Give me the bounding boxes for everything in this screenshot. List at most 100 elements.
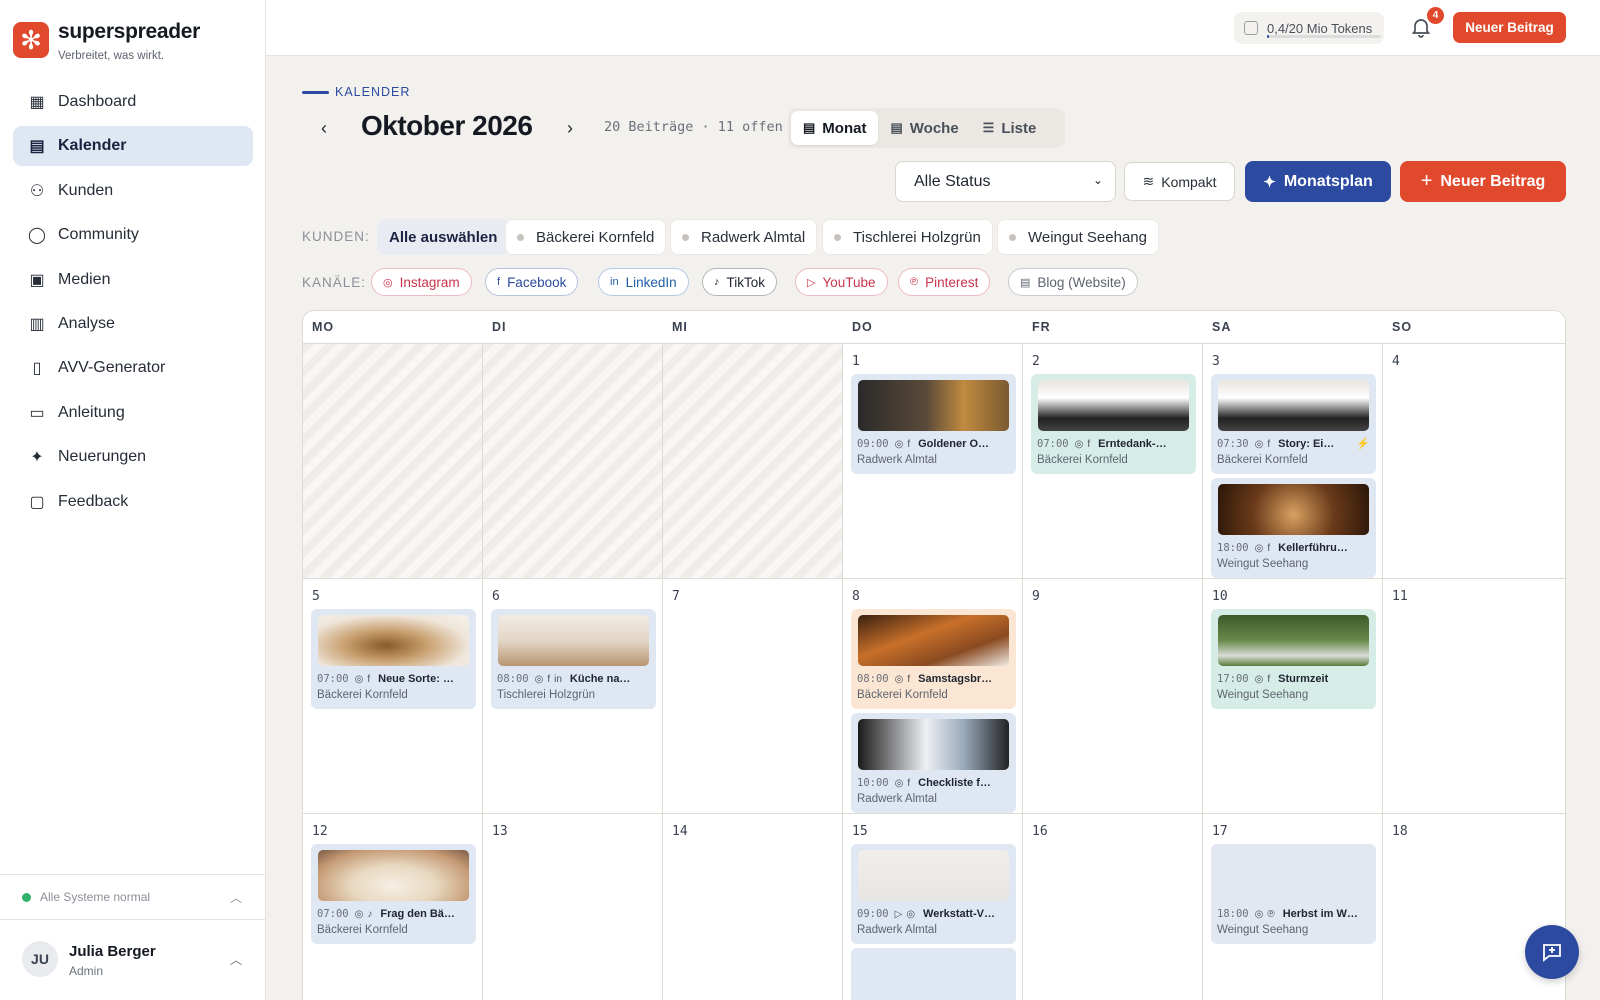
view-woche-button[interactable]: ▤ Woche [878,111,970,145]
post-title: Werkstatt-V… [923,908,995,920]
brand-name: superspreader [58,20,201,43]
facebook-icon: f [1267,438,1271,450]
chat-support-button[interactable] [1525,925,1579,979]
sidebar-item-dashboard[interactable]: ▦ Dashboard [13,82,253,122]
select-all-clients-button[interactable]: Alle auswählen [377,219,510,255]
day-cell[interactable]: 11 [1383,579,1565,814]
post-card[interactable]: 09:00 ▷ ◎ Werkstatt-V… Radwerk Almtal [851,844,1016,944]
top-new-post-button[interactable]: Neuer Beitrag [1453,12,1566,43]
pinterest-icon: ℗ [910,276,919,288]
day-cell[interactable]: 15 09:00 ▷ ◎ Werkstatt-V… Radwerk Almtal [843,814,1023,1000]
channel-chip-instagram[interactable]: ◎ Instagram [371,268,472,296]
day-cell[interactable]: 10 17:00 ◎ f Sturmzeit Weingut Seehang [1203,579,1383,814]
sidebar-item-community[interactable]: ◯ Community [13,215,253,255]
channel-chip-facebook[interactable]: f Facebook [485,268,579,296]
sidebar-item-label: Feedback [58,492,129,510]
post-time: 08:00 [497,673,529,685]
client-chip[interactable]: Radwerk Almtal [670,219,818,255]
sidebar-item-kunden[interactable]: ⚇ Kunden [13,171,253,211]
day-cell[interactable]: 8 08:00 ◎ f Samstagsbr… Bäckerei Kornfeld 10:0… [843,579,1023,814]
post-card[interactable]: 08:00 ◎ f Samstagsbr… Bäckerei Kornfeld [851,609,1016,709]
facebook-icon: f [907,777,911,789]
post-card[interactable]: 10:00 ◎ f Checkliste f… Radwerk Almtal [851,713,1016,813]
post-title: Herbst im W… [1282,908,1358,920]
day-cell[interactable]: 4 [1383,344,1565,579]
status-dot-icon [682,233,689,241]
day-cell[interactable]: 16 [1023,814,1203,1000]
sidebar-item-medien[interactable]: ▣ Medien [13,260,253,300]
channel-chip-blog-website-[interactable]: ▤ Blog (Website) [1008,268,1138,296]
sidebar-item-kalender[interactable]: ▤ Kalender [13,126,253,167]
post-card[interactable]: 18:00 ◎ f Kellerführu… Weingut Seehang [1211,478,1376,578]
day-cell[interactable]: 14 [663,814,843,1000]
kompakt-button[interactable]: ≋ Kompakt [1124,162,1235,201]
day-cell[interactable]: 9 [1023,579,1203,814]
post-thumbnail [858,380,1009,431]
client-chip[interactable]: Tischlerei Holzgrün [822,219,993,255]
post-client: Weingut Seehang [1217,924,1309,936]
system-status[interactable]: Alle Systeme normal ︿ [0,874,266,920]
client-chip[interactable]: Bäckerei Kornfeld [505,219,667,255]
youtube-icon: ▷ [807,276,816,289]
post-card[interactable]: 18:00 ◎ ℗ Herbst im W… Weingut Seehang [1211,844,1376,944]
pinterest-icon: ℗ [1267,908,1275,920]
sidebar-item-analyse[interactable]: ▥ Analyse [13,304,253,344]
sidebar-item-feedback[interactable]: ▢ Feedback [13,482,253,522]
post-card[interactable]: 07:00 ◎ ♪ Frag den Bä… Bäckerei Kornfeld [311,844,476,944]
sidebar-item-neuerungen[interactable]: ✦ Neuerungen [13,437,253,477]
post-card[interactable]: 17:00 ◎ f Sturmzeit Weingut Seehang [1211,609,1376,709]
day-cell[interactable]: 2 07:00 ◎ f Erntedank-… Bäckerei Kornfeld [1023,344,1203,579]
user-role: Admin [69,964,104,978]
post-thumbnail [858,850,1009,901]
token-usage[interactable]: 0,4/20 Mio Tokens [1234,12,1384,44]
day-cell[interactable]: 6 08:00 ◎ f in Küche na… Tischlerei Holzgrün [483,579,663,814]
chevron-up-icon[interactable]: ︿ [230,951,242,968]
post-card[interactable]: 07:00 ◎ f Neue Sorte: … Bäckerei Kornfeld [311,609,476,709]
token-progress-bar [1267,35,1381,38]
view-liste-button[interactable]: ☰ Liste [971,111,1049,145]
post-card[interactable] [851,948,1016,1000]
day-number: 11 [1392,589,1408,604]
facebook-icon: f [907,438,911,450]
page-kicker: KALENDER [335,85,411,99]
prev-month-button[interactable]: ‹ [311,115,337,141]
facebook-icon: f [1267,542,1271,554]
channel-chip-youtube[interactable]: ▷ YouTube [795,268,888,296]
instagram-icon: ◎ [1254,908,1264,920]
post-meta: 07:00 ◎ f Erntedank-… [1037,437,1192,451]
calendar-week-icon: ▤ [890,120,903,135]
post-card[interactable]: 07:30 ◎ f Story: Ei… Bäckerei Kornfeld ⚡ [1211,374,1376,474]
day-cell[interactable]: 5 07:00 ◎ f Neue Sorte: … Bäckerei Kornfeld [303,579,483,814]
chevron-up-icon[interactable]: ︿ [230,889,242,906]
day-cell[interactable]: 12 07:00 ◎ ♪ Frag den Bä… Bäckerei Kornfeld [303,814,483,1000]
sidebar-item-avv-generator[interactable]: ▯ AVV-Generator [13,348,253,388]
logo-icon[interactable]: ✻ [13,22,49,58]
day-cell[interactable]: 1 09:00 ◎ f Goldener O… Radwerk Almtal [843,344,1023,579]
sidebar-item-anleitung[interactable]: ▭ Anleitung [13,393,253,433]
instagram-icon: ◎ [894,438,904,450]
post-card[interactable]: 07:00 ◎ f Erntedank-… Bäckerei Kornfeld [1031,374,1196,474]
post-card[interactable]: 09:00 ◎ f Goldener O… Radwerk Almtal [851,374,1016,474]
user-menu[interactable]: JU Julia Berger Admin ︿ [0,921,266,1000]
post-meta: 10:00 ◎ f Checkliste f… [857,776,1012,790]
view-monat-button[interactable]: ▤ Monat [791,111,879,145]
channel-chip-linkedin[interactable]: in LinkedIn [598,268,689,296]
client-chip[interactable]: Weingut Seehang [997,219,1159,255]
day-cell[interactable]: 17 18:00 ◎ ℗ Herbst im W… Weingut Seehang [1203,814,1383,1000]
post-card[interactable]: 08:00 ◎ f in Küche na… Tischlerei Holzgrün [491,609,656,709]
channel-chip-pinterest[interactable]: ℗ Pinterest [898,268,991,296]
monatsplan-button[interactable]: ✦ Monatsplan [1245,161,1391,202]
instagram-icon: ◎ [894,777,904,789]
tiktok-icon: ♪ [367,908,373,920]
day-cell[interactable]: 7 [663,579,843,814]
day-number: 14 [672,824,688,839]
new-post-button[interactable]: + Neuer Beitrag [1400,161,1566,202]
next-month-button[interactable]: › [557,115,583,141]
system-status-label: Alle Systeme normal [40,890,151,904]
status-filter-select[interactable]: Alle Status ⌄ [895,161,1116,202]
day-cell[interactable]: 3 07:30 ◎ f Story: Ei… Bäckerei Kornfeld ⚡ 18:0… [1203,344,1383,579]
day-cell[interactable]: 13 [483,814,663,1000]
channel-chip-tiktok[interactable]: ♪ TikTok [702,268,778,296]
instagram-icon: ◎ [1074,438,1084,450]
post-time: 17:00 [1217,673,1249,685]
